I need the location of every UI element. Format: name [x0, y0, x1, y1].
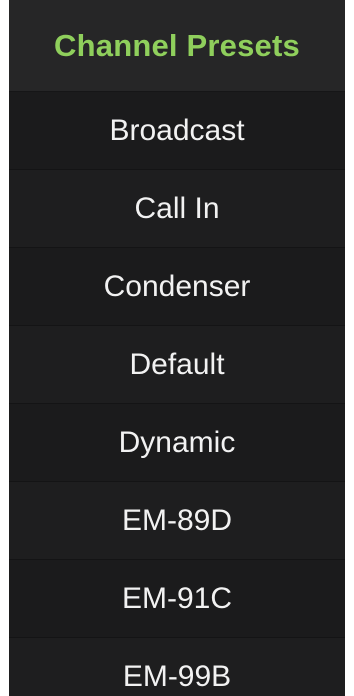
preset-item-condenser[interactable]: Condenser	[9, 248, 345, 326]
panel-header: Channel Presets	[9, 0, 345, 92]
preset-item-em-89d[interactable]: EM-89D	[9, 482, 345, 560]
preset-item-em-91c[interactable]: EM-91C	[9, 560, 345, 638]
preset-item-dynamic[interactable]: Dynamic	[9, 404, 345, 482]
preset-list: Broadcast Call In Condenser Default Dyna…	[9, 92, 345, 696]
channel-presets-panel: Channel Presets Broadcast Call In Conden…	[9, 0, 345, 696]
preset-item-em-99b[interactable]: EM-99B	[9, 638, 345, 696]
preset-item-broadcast[interactable]: Broadcast	[9, 92, 345, 170]
preset-item-default[interactable]: Default	[9, 326, 345, 404]
preset-item-call-in[interactable]: Call In	[9, 170, 345, 248]
panel-title: Channel Presets	[54, 27, 300, 63]
